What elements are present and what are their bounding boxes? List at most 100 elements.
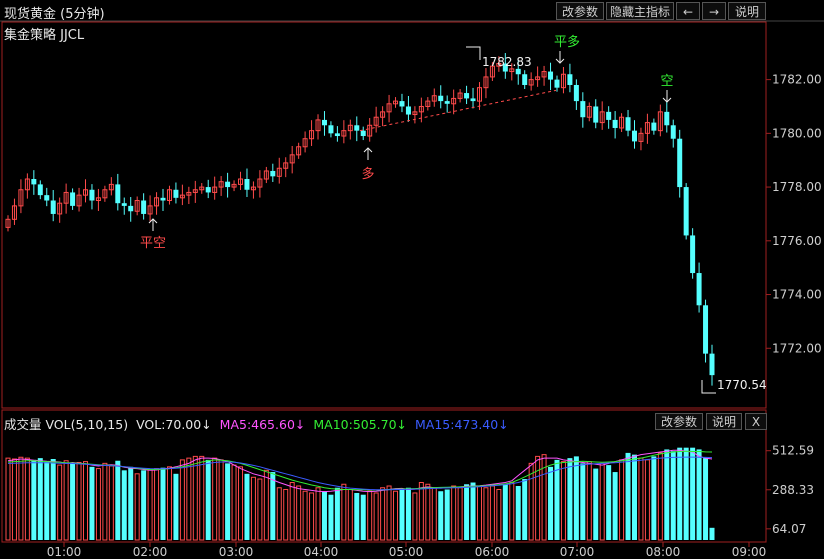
candle-body [444,101,450,104]
params-button[interactable]: 改参数 [556,2,604,20]
price-tick-label: 1780.00 [772,126,822,140]
volume-bar [496,488,502,541]
volume-bar [225,463,231,540]
volume-bar [24,457,30,541]
volume-bar [457,487,463,541]
volume-bar [108,465,114,541]
candle-body [548,71,554,80]
volume-bar [44,461,50,540]
hide-indicator-button[interactable]: 隐藏主指标 [606,2,674,20]
candle-body [703,305,709,354]
time-tick-label: 09:00 [732,545,767,559]
high-value-label: 1782.83 [482,55,532,69]
volume-params-button[interactable]: 改参数 [655,413,703,430]
candle-body [625,117,631,131]
candle-body [580,101,586,118]
candle-body [70,192,76,206]
volume-bar [147,468,153,541]
volume-bar [644,459,650,541]
volume-bar [63,460,69,541]
volume-legend: 成交量 VOL(5,10,15) VOL:70.00↓ MA5:465.60↓ … [4,414,513,433]
scroll-right-button[interactable]: → [702,2,726,20]
volume-bar [334,487,340,540]
volume-bar [212,457,218,541]
volume-bar [412,492,418,541]
candle-body [121,203,127,206]
price-tick-label: 1772.00 [772,341,822,355]
chart-title: 现货黄金 (5分钟) [4,7,105,22]
short-signal-label: 空 [660,74,673,89]
ma5-value: MA5:465.60↓ [219,417,306,432]
volume-bar [373,492,379,541]
candle-body [399,101,405,107]
volume-bar [502,484,508,540]
volume-close-button[interactable]: X [745,413,767,430]
volume-bar [573,456,579,540]
candle-body [405,106,411,115]
volume-bar [393,490,399,541]
volume-bar [367,490,373,541]
volume-bar [179,459,185,541]
candle-body [670,125,676,139]
volume-bar [703,458,709,540]
low-marker [701,380,716,394]
volume-tick-label: 512.59 [772,444,814,458]
candle-body [244,179,250,190]
volume-bar [638,457,644,541]
candle-body [44,195,50,201]
candle-body [334,133,340,137]
volume-bar [631,454,637,540]
volume-bar [186,457,192,541]
candle-body [160,197,166,201]
long-signal-label: 多 [361,166,374,182]
time-tick-label: 07:00 [560,545,595,559]
volume-bar [57,464,63,541]
volume-bar [567,458,573,540]
volume-bar [302,490,308,541]
volume-bar [515,486,521,540]
candle-body [173,189,179,198]
volume-bar [451,485,457,541]
candle-body [270,170,276,177]
volume-bar [134,473,140,541]
low-value-label: 1770.54 [717,378,767,392]
volume-bar [95,468,101,541]
volume-bar [89,466,95,540]
candle-body [651,122,657,131]
volume-tick-label: 64.07 [772,522,806,536]
candle-body [37,184,43,196]
volume-bar [70,463,76,540]
volume-bar [257,478,263,541]
time-tick-label: 01:00 [47,545,82,559]
price-panel-frame [1,21,767,409]
time-tick-label: 03:00 [219,545,254,559]
volume-bar [560,461,566,541]
candle-body [50,200,56,214]
candle-body [606,111,612,120]
volume-bar [612,472,618,540]
volume-bar [76,461,82,541]
volume-bar [154,468,160,541]
volume-help-button[interactable]: 说明 [706,413,742,430]
volume-bar [425,483,431,541]
candle-body [567,74,573,85]
candle-body [683,187,689,236]
volume-bar [270,472,276,540]
candle-body [438,95,444,102]
candle-body [89,189,95,201]
arrow-down-icon [662,90,672,103]
volume-bar [11,458,17,541]
volume-bar [651,456,657,540]
volume-bar [309,492,315,541]
volume-bar [18,456,24,541]
volume-bar [380,487,386,541]
volume-bar [599,462,605,541]
volume-bar [128,466,134,540]
price-candles [5,53,715,386]
scroll-left-button[interactable]: ← [676,2,700,20]
help-button[interactable]: 说明 [728,2,766,20]
arrow-up-icon [363,147,373,160]
price-tick-label: 1774.00 [772,288,822,302]
strategy-label: 集金策略 JJCL [4,28,85,43]
volume-bar [5,457,11,541]
